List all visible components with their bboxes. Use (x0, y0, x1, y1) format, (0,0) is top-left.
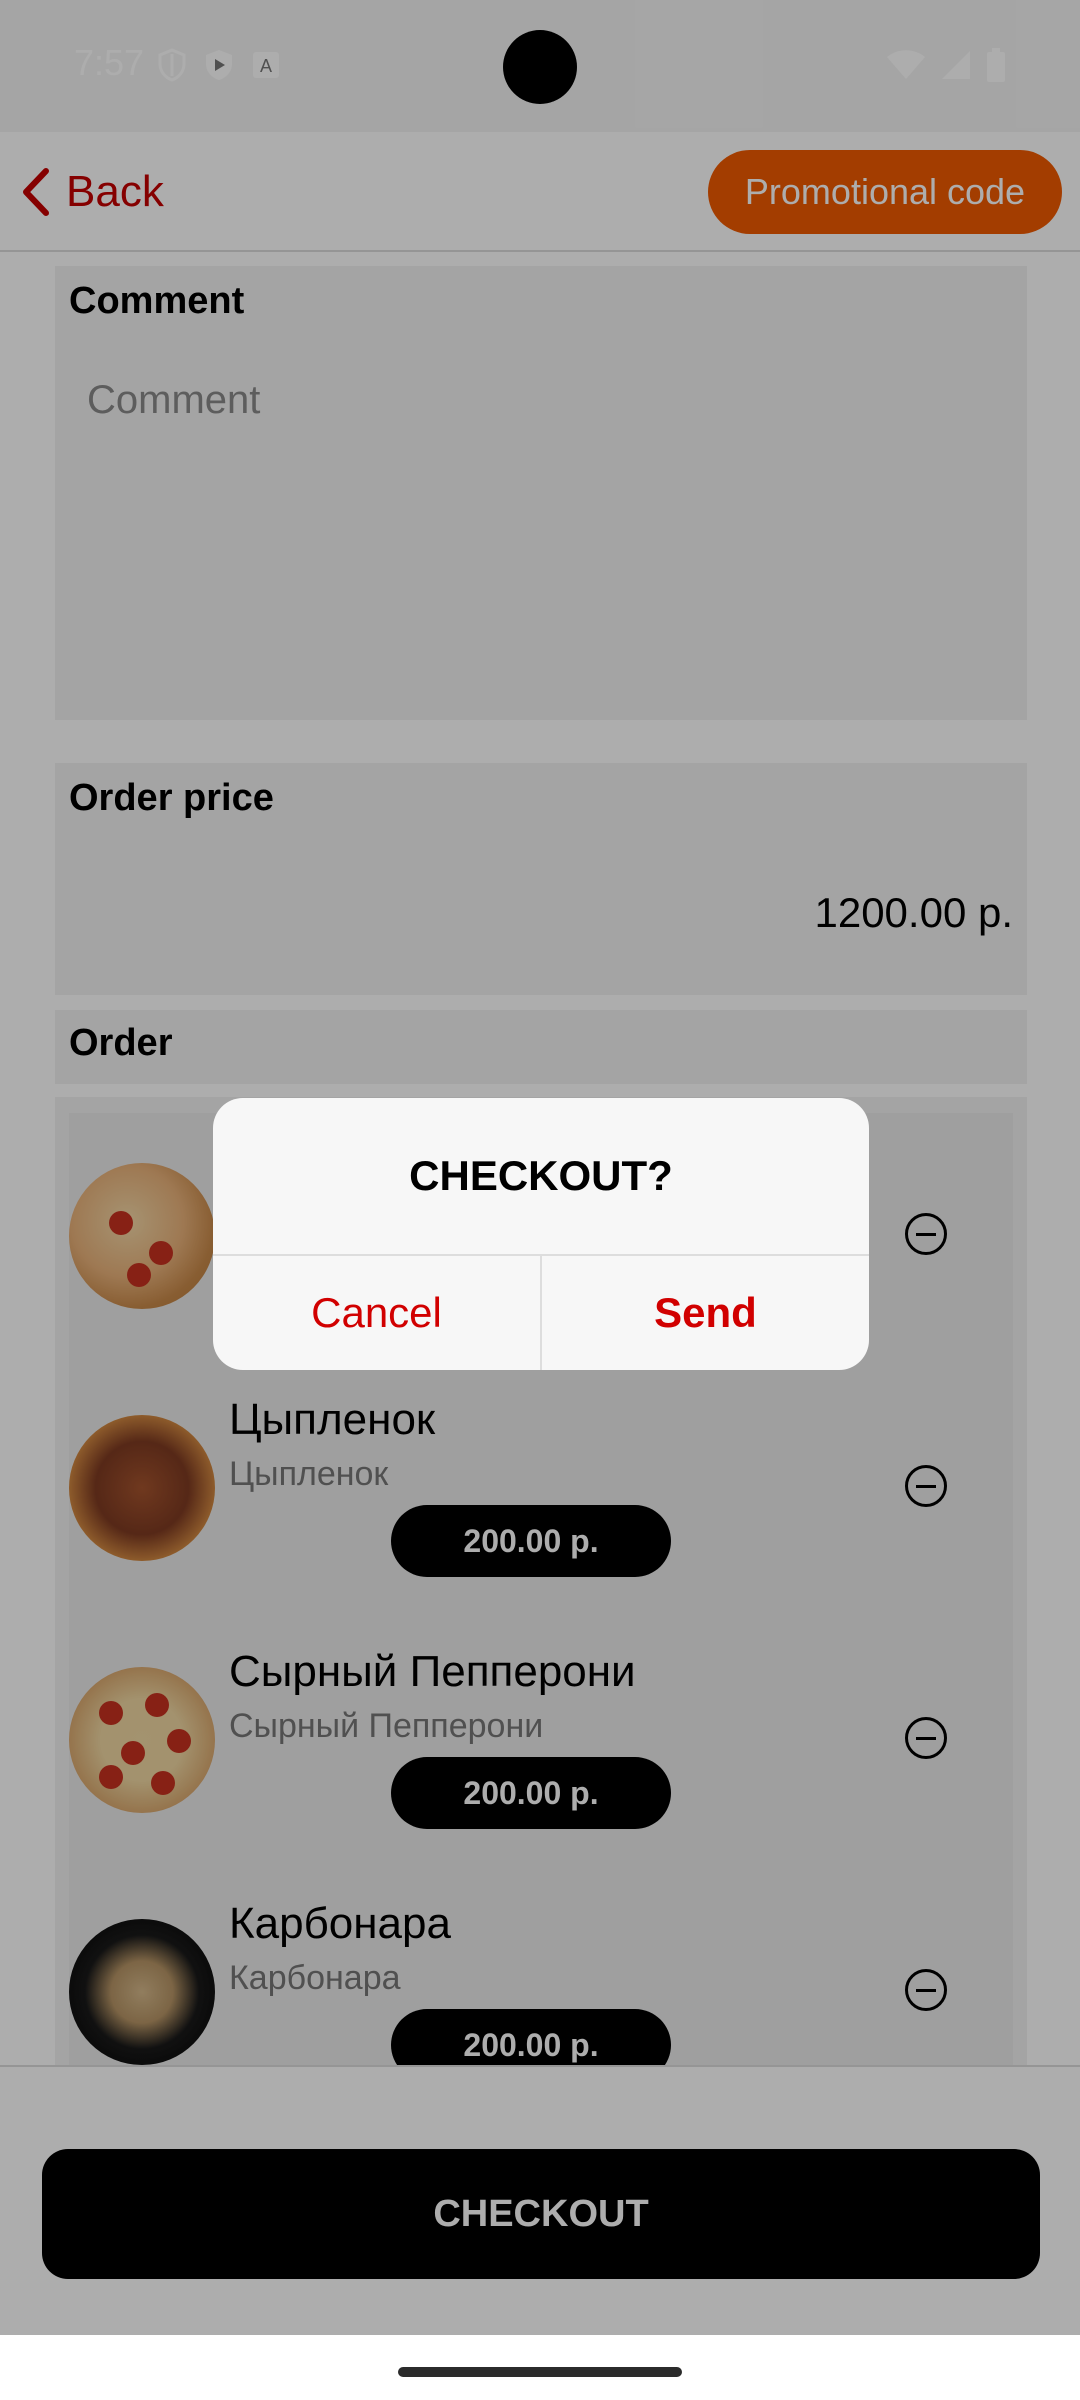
navigation-bar (0, 2335, 1080, 2400)
home-handle[interactable] (398, 2367, 682, 2377)
cancel-button[interactable]: Cancel (213, 1256, 540, 1370)
checkout-dialog: CHECKOUT? Cancel Send (213, 1098, 869, 1370)
dialog-title: CHECKOUT? (409, 1152, 673, 1199)
camera-cutout (503, 30, 577, 104)
send-button[interactable]: Send (542, 1256, 869, 1370)
